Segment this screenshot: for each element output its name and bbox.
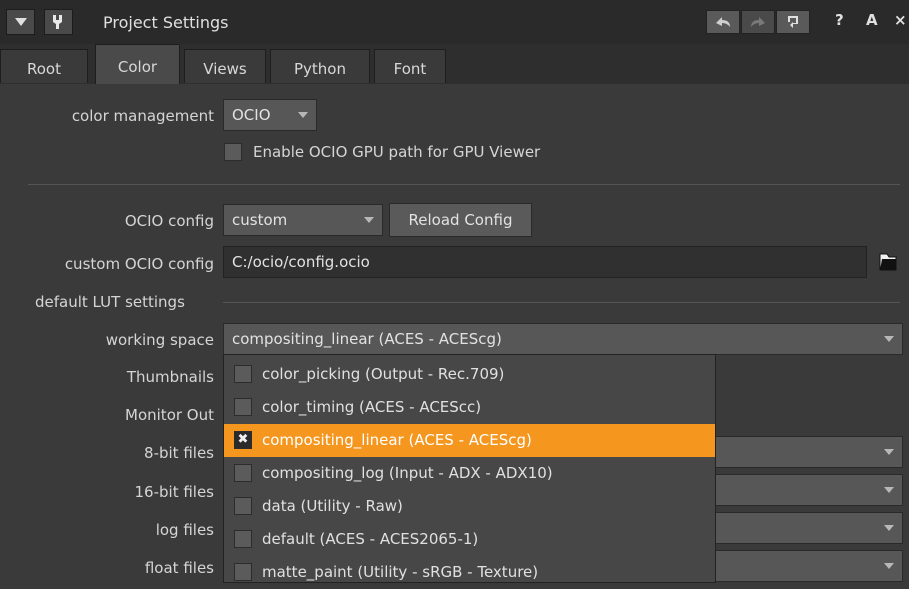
checkbox-icon [234,530,252,548]
checkbox-icon [234,497,252,515]
file-browser-icon[interactable] [878,250,898,272]
revert-button[interactable] [776,10,810,34]
revert-icon [788,16,798,28]
checkbox-icon [234,365,252,383]
tab-views[interactable]: Views [184,49,266,83]
checkbox-icon [234,398,252,416]
working-space-dropdown[interactable]: compositing_linear (ACES - ACEScg) [223,323,903,355]
menu-item[interactable]: color_timing (ACES - ACEScc) [224,391,715,424]
menu-item[interactable]: data (Utility - Raw) [224,490,715,523]
window-title: Project Settings [103,13,229,32]
tab-bar: Root Color Views Python Font [0,44,909,84]
ocio-config-dropdown[interactable]: custom [223,204,383,236]
ocio-config-label: OCIO config [124,212,214,230]
redo-button[interactable] [741,10,775,34]
help-icon[interactable]: ? [835,11,844,29]
chevron-down-icon [884,336,894,342]
title-bar: Project Settings ? Α × [0,0,909,44]
lut-divider [223,302,900,303]
chevron-down-icon [884,449,894,455]
gpu-path-checkbox[interactable] [224,143,242,161]
settings-button[interactable] [44,9,73,35]
color-management-label: color management [71,107,214,125]
wrench-icon [52,15,62,29]
working-space-menu: color_picking (Output - Rec.709) color_t… [223,354,716,583]
color-management-value: OCIO [232,106,271,124]
custom-ocio-label: custom OCIO config [64,255,214,273]
log-files-label: log files [155,521,214,539]
default-lut-heading: default LUT settings [35,293,185,311]
triangle-down-icon [14,18,27,26]
checkbox-icon [234,563,252,581]
chevron-down-icon [884,525,894,531]
reload-config-button[interactable]: Reload Config [389,203,532,237]
working-space-value: compositing_linear (ACES - ACEScg) [232,330,502,348]
tab-font[interactable]: Font [374,49,446,83]
tab-color[interactable]: Color [95,44,180,84]
tab-python[interactable]: Python [270,49,370,83]
float-files-label: float files [144,559,214,577]
8bit-files-label: 8-bit files [144,444,214,462]
menu-item[interactable]: matte_paint (Utility - sRGB - Texture) [224,556,715,589]
close-icon[interactable]: × [894,11,907,29]
collapse-button[interactable] [6,9,35,35]
undo-button[interactable] [706,10,740,34]
menu-item[interactable]: compositing_log (Input - ADX - ADX10) [224,457,715,490]
section-divider [28,184,900,185]
undo-icon [716,17,730,27]
ocio-config-value: custom [232,211,288,229]
chevron-down-icon [298,112,308,118]
monitor-out-label: Monitor Out [125,406,214,424]
color-management-dropdown[interactable]: OCIO [223,99,317,131]
float-icon[interactable]: Α [866,11,878,29]
checkbox-icon [234,464,252,482]
menu-item[interactable]: default (ACES - ACES2065-1) [224,523,715,556]
working-space-label: working space [105,331,214,349]
gpu-path-label: Enable OCIO GPU path for GPU Viewer [253,143,541,161]
redo-icon [751,17,765,27]
custom-ocio-path-input[interactable]: C:/ocio/config.ocio [223,246,867,278]
chevron-down-icon [884,563,894,569]
16bit-files-label: 16-bit files [134,483,215,501]
chevron-down-icon [364,217,374,223]
menu-item[interactable]: color_picking (Output - Rec.709) [224,358,715,391]
checked-icon: ✖ [234,431,252,449]
menu-item-selected[interactable]: ✖ compositing_linear (ACES - ACEScg) [224,424,715,457]
chevron-down-icon [884,487,894,493]
thumbnails-label: Thumbnails [126,368,214,386]
tab-root[interactable]: Root [0,49,88,83]
